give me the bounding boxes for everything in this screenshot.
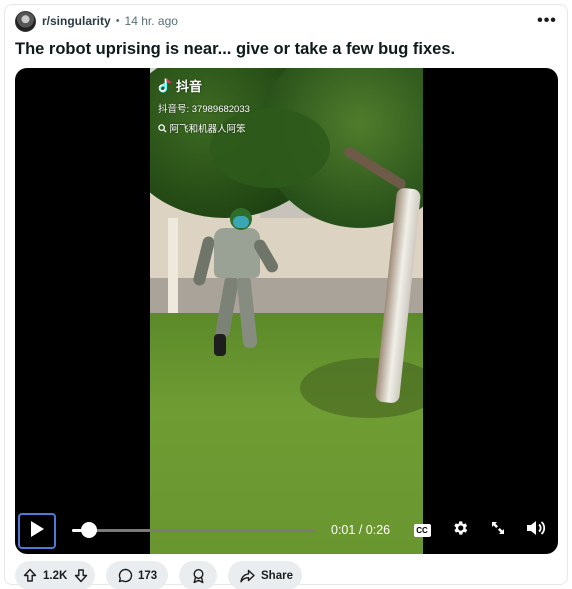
- watermark-logo: 抖音: [158, 76, 250, 95]
- gear-icon: [451, 519, 469, 542]
- robot-torso: [214, 228, 260, 278]
- meta-separator: •: [115, 15, 120, 27]
- watermark-search: 阿飞和机器人阿笨: [158, 121, 250, 135]
- search-icon: [158, 124, 170, 135]
- time-current: 0:01: [331, 523, 356, 537]
- play-button[interactable]: [18, 513, 56, 549]
- fullscreen-button[interactable]: [487, 519, 509, 541]
- time-total: 0:26: [365, 523, 391, 537]
- volume-button[interactable]: [525, 519, 547, 541]
- post-header: r/singularity • 14 hr. ago •••: [15, 10, 559, 32]
- overflow-menu-button[interactable]: •••: [535, 10, 559, 32]
- play-icon: [29, 520, 45, 543]
- arrow-up-icon[interactable]: [22, 568, 38, 583]
- watermark-account-id: 抖音号: 37989682033: [158, 104, 250, 115]
- share-label: Share: [261, 569, 293, 582]
- watermark-search-text: 阿飞和机器人阿笨: [169, 124, 246, 135]
- post-card: r/singularity • 14 hr. ago ••• The robot…: [0, 0, 572, 589]
- time-separator: /: [355, 523, 366, 537]
- video-player[interactable]: 抖音 抖音号: 37989682033 阿飞和机器人阿笨 0:01 / 0:26…: [15, 68, 558, 554]
- scene-pillar: [168, 218, 178, 313]
- post-title[interactable]: The robot uprising is near... give or ta…: [15, 40, 455, 59]
- award-icon: [191, 568, 206, 584]
- captions-button[interactable]: CC: [411, 519, 433, 541]
- post-time: 14 hr. ago: [124, 14, 178, 28]
- music-note-icon: [158, 78, 172, 94]
- scene-building-base: [150, 278, 423, 313]
- comments-button[interactable]: 173: [106, 561, 168, 589]
- subreddit-link[interactable]: r/singularity: [42, 14, 111, 28]
- volume-icon: [526, 519, 546, 542]
- video-frame: 抖音 抖音号: 37989682033 阿飞和机器人阿笨: [150, 68, 423, 554]
- speech-bubble-icon: [117, 568, 133, 583]
- subreddit-avatar[interactable]: [15, 10, 36, 32]
- settings-button[interactable]: [449, 519, 471, 541]
- vote-count: 1.2K: [43, 569, 68, 582]
- watermark-app-name: 抖音: [176, 79, 203, 94]
- progress-scrubber[interactable]: [81, 522, 97, 538]
- time-readout: 0:01 / 0:26: [331, 523, 390, 537]
- expand-icon: [490, 520, 506, 541]
- captions-icon: CC: [413, 523, 431, 537]
- vote-group: 1.2K: [15, 561, 95, 589]
- share-button[interactable]: Share: [228, 561, 302, 589]
- award-button[interactable]: [179, 561, 217, 589]
- tiktok-watermark: 抖音 抖音号: 37989682033 阿飞和机器人阿笨: [158, 76, 250, 135]
- share-arrow-icon: [239, 569, 255, 583]
- robot-visor: [233, 216, 249, 228]
- robot-foot: [214, 334, 226, 356]
- comment-count: 173: [138, 569, 158, 582]
- arrow-down-icon[interactable]: [73, 568, 89, 583]
- progress-bar[interactable]: [72, 522, 315, 538]
